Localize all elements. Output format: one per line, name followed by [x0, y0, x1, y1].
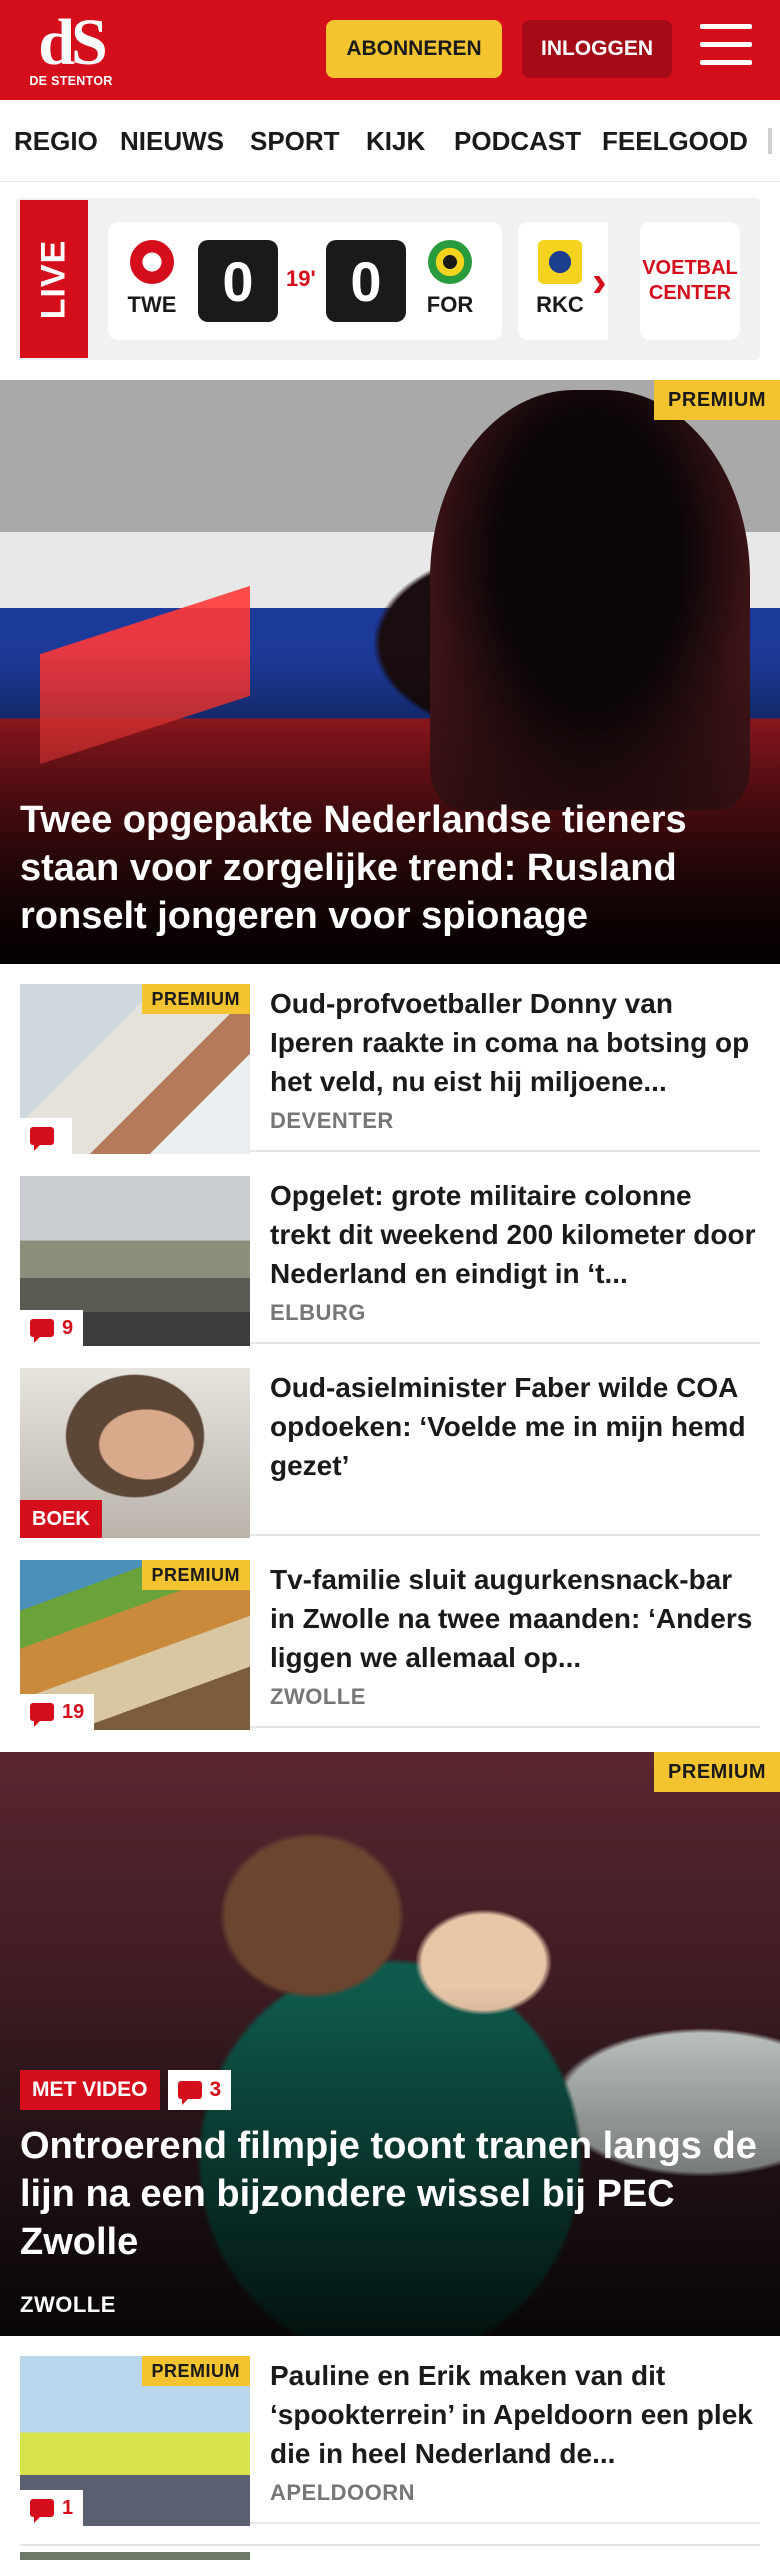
next-match-team-abbr: RKC: [536, 292, 584, 317]
hamburger-icon[interactable]: [700, 24, 752, 72]
premium-badge: PREMIUM: [141, 1560, 250, 1590]
nav-item-nieuws[interactable]: NIEUWS: [120, 126, 224, 157]
comment-count-value: 3: [209, 2078, 222, 2101]
logo-subtitle: DE STENTOR: [29, 74, 113, 88]
chevron-right-icon[interactable]: ›: [592, 260, 607, 304]
premium-badge: PREMIUM: [654, 380, 780, 420]
logo-mark: dS: [38, 6, 107, 79]
article-thumbnail: PREMIUM 1: [20, 2356, 250, 2526]
fortuna-crest-icon: [428, 240, 472, 284]
comment-count: [20, 1118, 72, 1154]
away-team-abbr: FOR: [426, 292, 474, 317]
article-thumbnail: BOEK: [20, 1368, 250, 1538]
article-thumbnail: PREMIUM 19: [20, 1560, 250, 1730]
article-location: ZWOLLE: [20, 2292, 116, 2317]
video-label: MET VIDEO: [20, 2070, 160, 2110]
article-location: APELDOORN: [270, 2480, 416, 2505]
nav-item-kijk[interactable]: KIJK: [366, 126, 425, 157]
next-list-item-peek: [20, 2544, 760, 2560]
live-tab[interactable]: LIVE: [20, 200, 88, 358]
premium-badge: PREMIUM: [141, 2356, 250, 2386]
article-title[interactable]: Oud-profvoetballer Donny van Iperen raak…: [270, 984, 760, 1101]
rkc-crest-icon: [538, 240, 582, 284]
home-score: 0: [198, 240, 278, 322]
comment-count: 3: [167, 2070, 232, 2110]
list-item[interactable]: PREMIUM 19 Tv-familie sluit augurkensnac…: [20, 1542, 760, 1730]
premium-badge: PREMIUM: [654, 1752, 780, 1792]
home-team-abbr: TWE: [127, 292, 177, 317]
live-match-card[interactable]: TWE 0 19' 0 FOR: [108, 222, 502, 340]
comment-icon: [30, 1127, 54, 1151]
article-title[interactable]: Tv-familie sluit augurkensnack-bar in Zw…: [270, 1560, 760, 1677]
site-logo[interactable]: dS DE STENTOR: [28, 6, 114, 89]
article-location: ELBURG: [270, 1300, 366, 1325]
comment-icon: [177, 2081, 202, 2105]
twente-crest-icon: [130, 240, 174, 284]
nav-item-feelgood[interactable]: FEELGOOD: [602, 126, 748, 157]
premium-badge: PREMIUM: [141, 984, 250, 1014]
article-thumbnail: 9: [20, 1176, 250, 1346]
list-item[interactable]: 9 Opgelet: grote militaire colonne trekt…: [20, 1158, 760, 1346]
list-item[interactable]: PREMIUM Oud-profvoetballer Donny van Ipe…: [20, 966, 760, 1154]
video-hero-article[interactable]: PREMIUM MET VIDEO 3 Ontroerend filmpje t…: [0, 1752, 780, 2336]
article-thumbnail: PREMIUM: [20, 984, 250, 1154]
comment-icon: [30, 1703, 54, 1727]
list-item[interactable]: BOEK Oud-asielminister Faber wilde COA o…: [20, 1350, 760, 1538]
comment-icon: [30, 2499, 54, 2523]
video-hero-title[interactable]: Ontroerend filmpje toont tranen langs de…: [20, 2122, 760, 2266]
home-team: TWE: [120, 240, 184, 318]
nav-item-regio[interactable]: REGIO: [14, 126, 98, 157]
article-thumbnail: [20, 2552, 250, 2560]
comment-count-value: 9: [62, 1316, 74, 1339]
article-title[interactable]: Pauline en Erik maken van dit ‘spookterr…: [270, 2356, 760, 2473]
comment-count: 1: [20, 2490, 84, 2526]
list-item[interactable]: PREMIUM 1 Pauline en Erik maken van dit …: [20, 2338, 760, 2526]
comment-count-value: 19: [62, 1700, 85, 1723]
voetbal-center-link[interactable]: VOETBAL CENTER: [640, 222, 740, 340]
away-score: 0: [326, 240, 406, 322]
hero-title[interactable]: Twee opgepakte Nederlandse tieners staan…: [20, 796, 760, 940]
label-badge: BOEK: [20, 1500, 102, 1538]
away-team: FOR: [418, 240, 482, 318]
subscribe-button[interactable]: ABONNEREN: [326, 20, 502, 78]
comment-count: 9: [20, 1310, 84, 1346]
article-location: DEVENTER: [270, 1108, 394, 1133]
match-minute: 19': [286, 266, 316, 291]
comment-count: 19: [20, 1694, 95, 1730]
login-button[interactable]: INLOGGEN: [522, 20, 672, 78]
article-location: ZWOLLE: [270, 1684, 366, 1709]
nav-item-podcast[interactable]: PODCAST: [454, 126, 581, 157]
comment-icon: [30, 1319, 54, 1343]
voetbal-center-line2: CENTER: [648, 282, 732, 304]
main-nav: REGIO NIEUWS SPORT KIJK PODCAST FEELGOOD: [0, 100, 780, 182]
comment-count-value: 1: [62, 2496, 74, 2519]
article-title[interactable]: Opgelet: grote militaire colonne trekt d…: [270, 1176, 760, 1293]
site-header: dS DE STENTOR ABONNEREN INLOGGEN: [0, 0, 780, 100]
live-label: LIVE: [34, 239, 73, 319]
next-match-team: RKC: [528, 240, 592, 318]
hero-article[interactable]: PREMIUM Twee opgepakte Nederlandse tiene…: [0, 380, 780, 964]
video-badges: MET VIDEO 3: [20, 2070, 232, 2110]
nav-item-sport[interactable]: SPORT: [250, 126, 340, 157]
article-title[interactable]: Oud-asielminister Faber wilde COA opdoek…: [270, 1368, 760, 1485]
voetbal-center-line1: VOETBAL: [642, 257, 738, 279]
nav-overflow-indicator: [768, 128, 772, 154]
